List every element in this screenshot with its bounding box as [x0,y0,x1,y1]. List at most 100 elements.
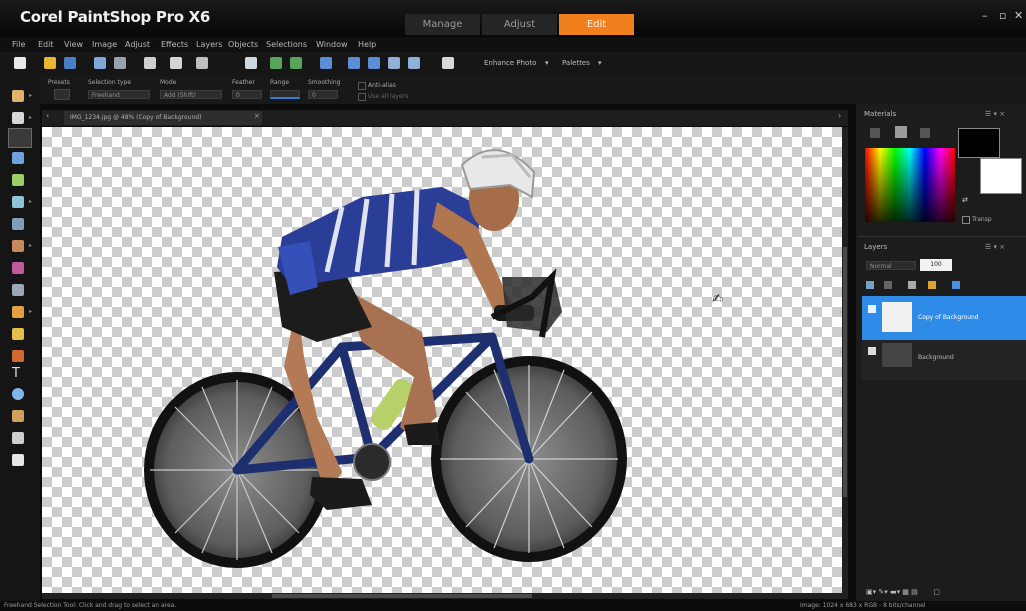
tab-manage[interactable]: Manage [405,14,480,35]
swatches-tab-icon[interactable] [920,128,930,138]
crop-tool-icon[interactable] [12,174,24,186]
frame-tab-icon[interactable] [870,128,880,138]
eye-icon[interactable] [868,347,876,355]
close-tab-icon[interactable]: × [254,112,260,120]
panel-menu-icon[interactable]: ☰ ▾ × [985,243,1005,251]
pan-tool-icon[interactable] [12,90,24,102]
eraser-tool-icon[interactable] [12,410,24,422]
menu-help[interactable]: Help [358,40,376,49]
pick-tool-icon[interactable] [12,112,24,124]
image-canvas[interactable]: ✍ [42,127,842,593]
chevron-down-icon[interactable]: ▸ [29,114,32,121]
presets-dropdown[interactable] [54,89,70,100]
menu-edit[interactable]: Edit [38,40,54,49]
paint-brush-tool-icon[interactable] [12,306,24,318]
chevron-down-icon[interactable]: ▸ [29,242,32,249]
save-as-icon[interactable] [94,57,106,69]
minimize-button[interactable]: – [982,9,988,22]
share-icon[interactable] [144,57,156,69]
document-tab[interactable]: IMG_1234.jpg @ 48% (Copy of Background) [64,111,262,125]
foreground-color-swatch[interactable] [958,128,1000,158]
menu-adjust[interactable]: Adjust [125,40,150,49]
enhance-photo-menu[interactable]: Enhance Photo [484,59,536,67]
tab-adjust[interactable]: Adjust [482,14,557,35]
horizontal-scrollbar[interactable] [42,593,848,599]
feather-input[interactable]: 0 [232,90,262,99]
eye-icon[interactable] [868,305,876,313]
dropper-tool-icon[interactable] [12,218,24,230]
palettes-menu[interactable]: Palettes [562,59,590,67]
swap-colors-icon[interactable]: ⇄ [962,196,968,204]
blend-mode-select[interactable]: Normal [866,261,916,270]
tab-scroll-left-icon[interactable]: ‹ [46,111,49,120]
print-icon[interactable] [170,57,182,69]
rotate-icon[interactable] [320,57,332,69]
layer-name: Copy of Background [918,314,979,321]
mirror-icon[interactable] [290,57,302,69]
chevron-down-icon[interactable]: ▸ [29,198,32,205]
flip-icon[interactable] [270,57,282,69]
freehand-selection-tool-icon[interactable] [8,128,32,148]
chevron-down-icon[interactable]: ▸ [29,92,32,99]
chevron-down-icon[interactable]: ▸ [29,308,32,315]
fit-window-icon[interactable] [348,57,360,69]
clone-tool-icon[interactable] [12,284,24,296]
dodge-tool-icon[interactable] [12,328,24,340]
antialias-checkbox[interactable] [358,82,366,90]
undo-icon[interactable] [196,57,208,69]
selection-type-select[interactable]: Freehand [88,90,150,99]
smoothing-input[interactable]: 0 [308,90,338,99]
use-all-layers-checkbox[interactable] [358,93,366,101]
link-icon[interactable] [952,281,960,289]
lock-icon[interactable] [928,281,936,289]
range-input[interactable] [270,90,300,99]
menu-window[interactable]: Window [316,40,348,49]
new-file-icon[interactable] [14,57,26,69]
mode-select[interactable]: Add (Shift) [160,90,222,99]
script-icon[interactable] [442,57,454,69]
chevron-down-icon[interactable]: ▾ [598,59,602,67]
menu-objects[interactable]: Objects [228,40,258,49]
rainbow-tab-icon[interactable] [895,126,907,138]
brush-icon[interactable] [908,281,916,289]
transparent-checkbox[interactable] [962,216,970,224]
color-picker-spectrum[interactable] [865,148,955,222]
zoom-out-icon[interactable] [408,57,420,69]
save-copy-icon[interactable] [114,57,126,69]
menu-file[interactable]: File [12,40,25,49]
smudge-tool-icon[interactable] [12,350,24,362]
layer-thumbnail [882,343,912,367]
tab-edit[interactable]: Edit [559,14,634,35]
picture-tube-tool-icon[interactable] [12,454,24,466]
background-color-swatch[interactable] [980,158,1022,194]
close-button[interactable]: ✕ [1014,9,1023,22]
opacity-input[interactable]: 100 [920,259,952,271]
menu-view[interactable]: View [64,40,83,49]
vertical-scrollbar[interactable] [842,127,848,593]
layers-bottom-toolbar[interactable]: ▣▾ ✎▾ ▬▾ ▦ ▤ ▢ [866,588,1016,598]
open-folder-icon[interactable] [44,57,56,69]
actual-size-icon[interactable] [368,57,380,69]
zoom-in-icon[interactable] [388,57,400,69]
crop-icon[interactable] [245,57,257,69]
text-tool-icon[interactable]: T [12,366,20,381]
layer-thumbnail [882,302,912,332]
new-layer-icon[interactable] [866,281,874,289]
makeover-tool-icon[interactable] [12,262,24,274]
panel-divider [858,236,1026,237]
mask-icon[interactable] [884,281,892,289]
tab-scroll-right-icon[interactable]: › [838,111,841,120]
maximize-button[interactable]: ▫ [999,9,1006,22]
menu-selections[interactable]: Selections [266,40,307,49]
menu-image[interactable]: Image [92,40,117,49]
move-tool-icon[interactable] [12,196,24,208]
save-icon[interactable] [64,57,76,69]
straighten-tool-icon[interactable] [12,152,24,164]
chevron-down-icon[interactable]: ▾ [545,59,549,67]
shape-tool-icon[interactable] [12,388,24,400]
menu-effects[interactable]: Effects [161,40,188,49]
menu-layers[interactable]: Layers [196,40,222,49]
flood-fill-tool-icon[interactable] [12,432,24,444]
red-eye-tool-icon[interactable] [12,240,24,252]
panel-menu-icon[interactable]: ☰ ▾ × [985,110,1005,118]
